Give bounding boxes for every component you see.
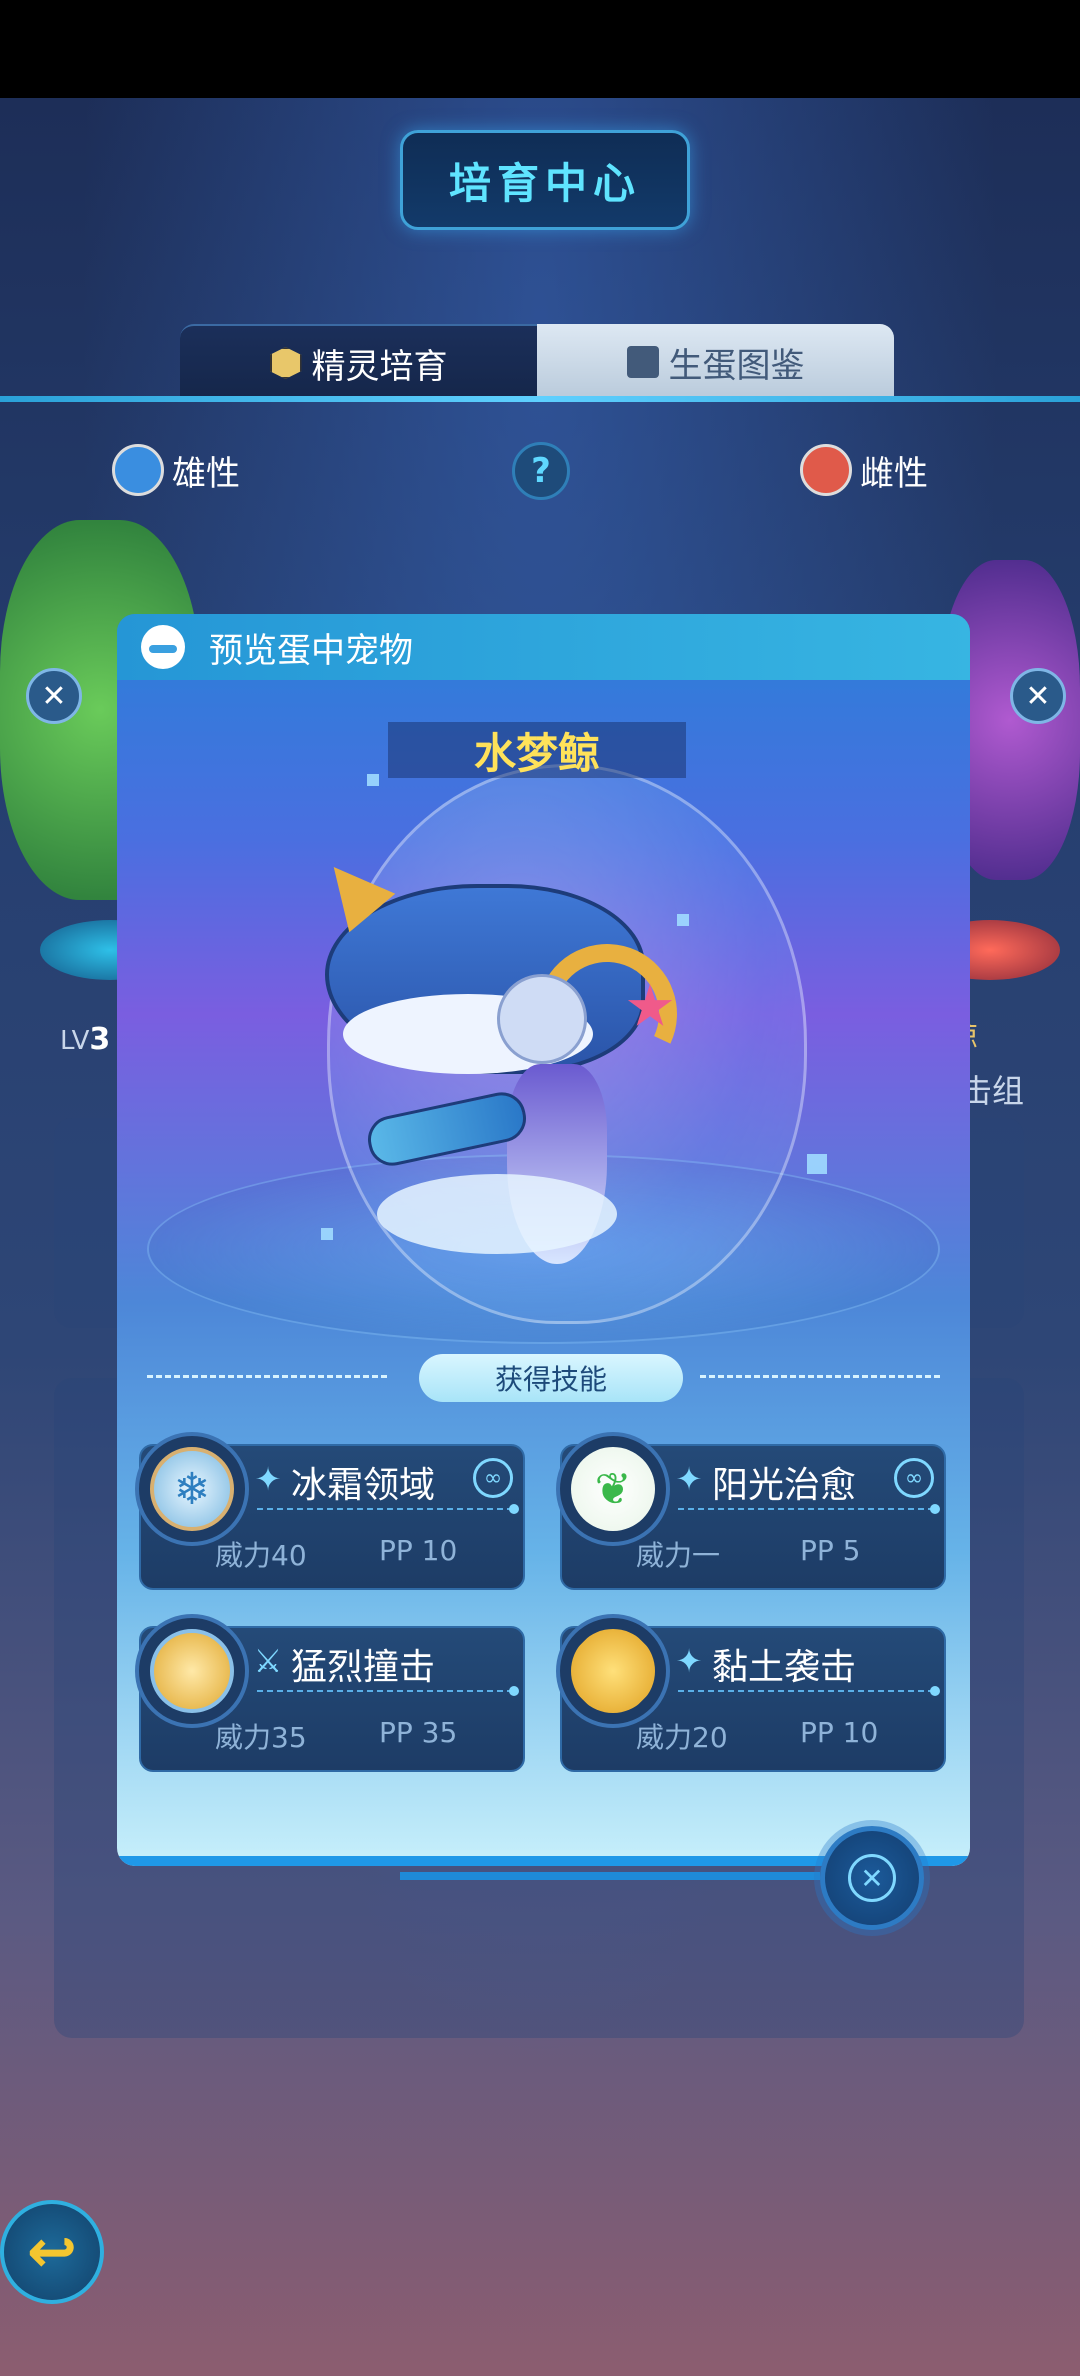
skill-pp: PP 10 — [379, 1534, 458, 1567]
skill-power: 威力40 — [215, 1539, 307, 1572]
male-label: 雄性 — [172, 453, 240, 494]
sparkle-icon: ✦ — [254, 1460, 282, 1498]
help-button[interactable]: ? — [512, 442, 570, 500]
dialog-under-bar — [400, 1872, 820, 1880]
skill-power: 威力20 — [636, 1721, 728, 1754]
rock-icon — [571, 1629, 655, 1713]
divider-line — [147, 1375, 387, 1378]
dialog-title: 预览蛋中宠物 — [209, 630, 413, 671]
link-icon[interactable]: ∞ — [473, 1458, 513, 1498]
sparkle-icon: ✦ — [675, 1642, 703, 1680]
tab-bar: 精灵培育 生蛋图鉴 — [180, 324, 894, 400]
skills-section-header: 获得技能 — [147, 1354, 940, 1402]
skill-card-fierce-tackle[interactable]: ⚔ 猛烈撞击 威力35 PP 35 — [135, 1614, 525, 1772]
female-icon — [800, 444, 852, 496]
skill-power: 威力35 — [215, 1721, 307, 1754]
egg-preview-dialog: 预览蛋中宠物 水梦鲸 获得技能 ❄ ✦ 冰霜领域 ∞ 威力40 PP 10 ❦ … — [117, 614, 970, 1866]
skills-title: 获得技能 — [419, 1354, 683, 1402]
remove-male-button[interactable]: ✕ — [26, 668, 82, 724]
skill-divider — [257, 1686, 519, 1696]
impact-icon — [150, 1629, 234, 1713]
pet-name: 水梦鲸 — [388, 722, 686, 778]
dialog-header: 预览蛋中宠物 — [117, 614, 970, 680]
skill-pp: PP 35 — [379, 1716, 458, 1749]
male-slot-label: 雄性 — [112, 442, 240, 498]
skill-card-clay-strike[interactable]: ✦ 黏土袭击 威力20 PP 10 — [556, 1614, 946, 1772]
skill-power: 威力一 — [636, 1539, 721, 1572]
skill-pp: PP 5 — [800, 1534, 861, 1567]
skill-orb: ❦ — [556, 1432, 670, 1546]
skill-divider — [678, 1686, 940, 1696]
skill-name: 阳光治愈 — [712, 1465, 857, 1506]
status-bar — [0, 0, 1080, 98]
sparkle-icon — [677, 914, 689, 926]
back-button[interactable]: ↩ — [0, 2200, 104, 2304]
remove-female-button[interactable]: ✕ — [1010, 668, 1066, 724]
sword-icon: ⚔ — [253, 1642, 283, 1680]
page-title: 培育中心 — [400, 130, 690, 230]
sparkle-icon: ✦ — [675, 1460, 703, 1498]
female-label: 雌性 — [860, 453, 928, 494]
tab-pet-breeding[interactable]: 精灵培育 — [180, 324, 537, 400]
close-icon: ✕ — [848, 1854, 896, 1902]
close-dialog-button[interactable]: ✕ — [820, 1826, 924, 1930]
tab-label: 精灵培育 — [311, 346, 448, 387]
skill-orb — [135, 1614, 249, 1728]
male-icon — [112, 444, 164, 496]
link-icon[interactable]: ∞ — [894, 1458, 934, 1498]
skill-orb — [556, 1614, 670, 1728]
water-splash — [377, 1174, 617, 1254]
skill-card-sunlight-heal[interactable]: ❦ ✦ 阳光治愈 ∞ 威力一 PP 5 — [556, 1432, 946, 1590]
sparkle-icon — [807, 1154, 827, 1174]
skill-divider — [678, 1504, 940, 1514]
sparkle-icon — [367, 774, 379, 786]
skill-name: 黏土袭击 — [712, 1647, 857, 1688]
snowflake-icon: ❄ — [150, 1447, 234, 1531]
book-icon — [626, 346, 659, 378]
skill-pp: PP 10 — [800, 1716, 879, 1749]
mermaid-head — [497, 974, 587, 1064]
male-level: LV3 — [60, 1022, 111, 1057]
divider-line — [700, 1375, 940, 1378]
tab-egg-catalog[interactable]: 生蛋图鉴 — [537, 324, 894, 400]
header-divider — [0, 396, 1080, 402]
skill-orb: ❄ — [135, 1432, 249, 1546]
female-slot-label: 雌性 — [800, 442, 928, 498]
skill-name: 猛烈撞击 — [291, 1647, 436, 1688]
sparkle-icon — [321, 1228, 333, 1240]
hexagon-icon — [269, 347, 302, 379]
tab-label: 生蛋图鉴 — [668, 345, 805, 386]
back-arrow-icon: ↩ — [26, 2217, 78, 2287]
skill-divider — [257, 1504, 519, 1514]
skill-name: 冰霜领域 — [291, 1465, 436, 1506]
skill-card-frost-domain[interactable]: ❄ ✦ 冰霜领域 ∞ 威力40 PP 10 — [135, 1432, 525, 1590]
egg-icon — [141, 625, 185, 669]
leaf-icon: ❦ — [571, 1447, 655, 1531]
